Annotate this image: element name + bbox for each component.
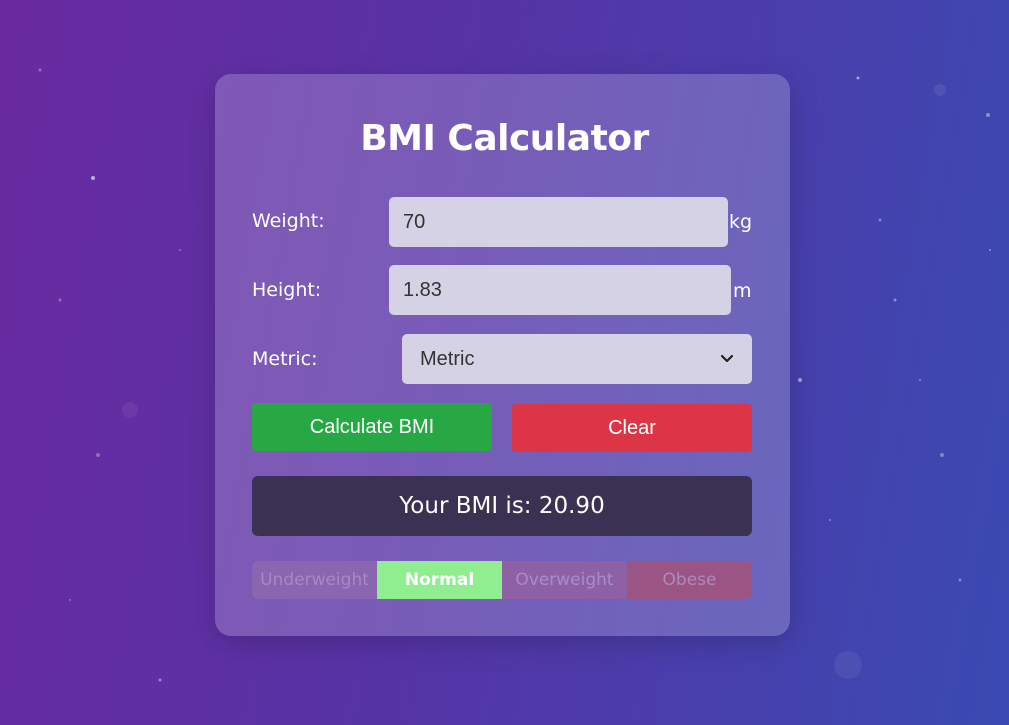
clear-button[interactable]: Clear: [512, 404, 752, 452]
weight-label: Weight:: [252, 210, 325, 232]
metric-select-value: Metric: [420, 347, 475, 370]
height-label: Height:: [252, 279, 322, 301]
metric-select[interactable]: Metric: [402, 334, 752, 384]
calculate-bmi-button[interactable]: Calculate BMI: [252, 403, 492, 451]
metric-label: Metric:: [252, 348, 318, 370]
chevron-down-icon: [720, 354, 734, 364]
bmi-category-scale: Underweight Normal Overweight Obese: [252, 561, 752, 599]
height-input[interactable]: 1.83: [389, 265, 731, 315]
page-title: BMI Calculator: [360, 118, 649, 159]
category-obese: Obese: [627, 561, 752, 599]
category-normal: Normal: [377, 561, 502, 599]
category-overweight: Overweight: [502, 561, 627, 599]
weight-unit: kg: [729, 211, 753, 233]
bmi-result: Your BMI is: 20.90: [252, 476, 752, 536]
weight-input[interactable]: 70: [389, 197, 728, 247]
category-underweight: Underweight: [252, 561, 377, 599]
height-unit: m: [733, 280, 752, 302]
